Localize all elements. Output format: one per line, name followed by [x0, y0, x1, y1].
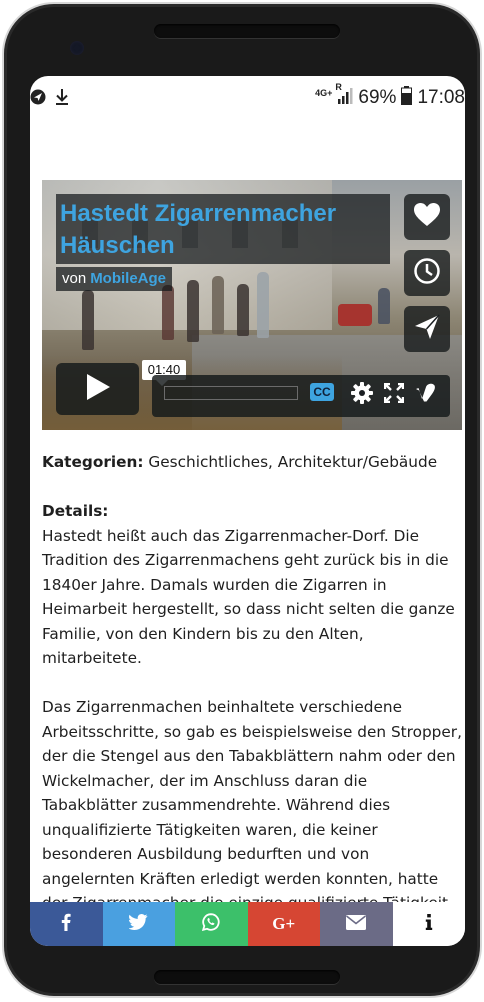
video-frame-person [82, 290, 94, 350]
video-frame-person [187, 280, 199, 342]
share-email-button[interactable] [320, 902, 393, 946]
status-left [30, 88, 70, 110]
google-plus-icon: G+ [272, 914, 296, 933]
paper-plane-icon [413, 313, 441, 345]
share-facebook-button[interactable] [30, 902, 103, 946]
earpiece-speaker [154, 24, 340, 38]
facebook-icon [61, 913, 71, 935]
categories-label: Kategorien: [42, 453, 144, 471]
bottom-speaker [154, 970, 340, 984]
video-title-box[interactable]: Hastedt Zigarrenmacher Häuschen [56, 194, 390, 264]
network-type-label: 4G+ [315, 88, 333, 98]
video-player[interactable]: Hastedt Zigarrenmacher Häuschen von Mobi… [42, 180, 462, 430]
like-button[interactable] [404, 194, 450, 240]
share-google-plus-button[interactable]: G+ [247, 902, 320, 946]
video-title[interactable]: Hastedt Zigarrenmacher Häuschen [60, 198, 336, 262]
byline-prefix: von [62, 270, 87, 287]
share-bar: G+ [30, 902, 465, 946]
settings-gear-icon[interactable] [350, 381, 374, 405]
battery-icon [401, 86, 413, 110]
video-frame-person [162, 285, 174, 340]
share-video-button[interactable] [404, 306, 450, 352]
screen: 4G+ R 69% 17:08 Hastedt Zigarrenmacher H… [30, 76, 465, 946]
share-whatsapp-button[interactable] [175, 902, 248, 946]
clock: 17:08 [417, 87, 465, 108]
whatsapp-icon [202, 913, 220, 935]
heart-icon [413, 202, 441, 232]
network-type: 4G+ [315, 89, 332, 107]
video-frame-person [257, 272, 269, 338]
twitter-bird-icon [127, 914, 149, 934]
navigation-arrow-icon [30, 89, 46, 109]
closed-captions-button[interactable]: CC [310, 383, 334, 401]
roaming-marker: R [335, 81, 342, 92]
play-icon [85, 373, 111, 405]
info-icon [425, 914, 433, 934]
video-frame-person [212, 276, 224, 334]
watch-later-button[interactable] [404, 250, 450, 296]
progress-track[interactable] [164, 386, 298, 400]
status-right: 4G+ R 69% 17:08 [315, 82, 465, 110]
info-button[interactable] [392, 902, 465, 946]
front-camera [70, 41, 84, 55]
categories-line: Kategorien: Geschichtliches, Architektur… [42, 450, 462, 475]
clock-icon [413, 257, 441, 289]
battery-percent: 69% [358, 87, 397, 108]
status-bar: 4G+ R 69% 17:08 [30, 76, 465, 116]
video-frame-person [237, 284, 249, 336]
play-button[interactable] [56, 363, 139, 415]
vimeo-logo-icon[interactable] [414, 381, 438, 405]
download-icon [54, 88, 70, 110]
video-byline: von MobileAge [56, 267, 173, 291]
details-label: Details: [42, 502, 109, 520]
video-controls: CC [152, 375, 450, 417]
envelope-icon [346, 914, 367, 934]
video-frame-person [378, 288, 390, 324]
video-author-link[interactable]: MobileAge [90, 267, 166, 291]
article-content: Kategorien: Geschichtliches, Architektur… [42, 450, 462, 940]
phone-frame: 4G+ R 69% 17:08 Hastedt Zigarrenmacher H… [2, 2, 482, 998]
signal-icon: R [335, 82, 353, 109]
details-paragraph-1: Hastedt heißt auch das Zigarrenmacher-Do… [42, 526, 455, 668]
video-frame-car [338, 304, 372, 326]
fullscreen-icon[interactable] [382, 381, 406, 405]
categories-value: Geschichtliches, Architektur/Gebäude [143, 453, 438, 471]
share-twitter-button[interactable] [102, 902, 175, 946]
